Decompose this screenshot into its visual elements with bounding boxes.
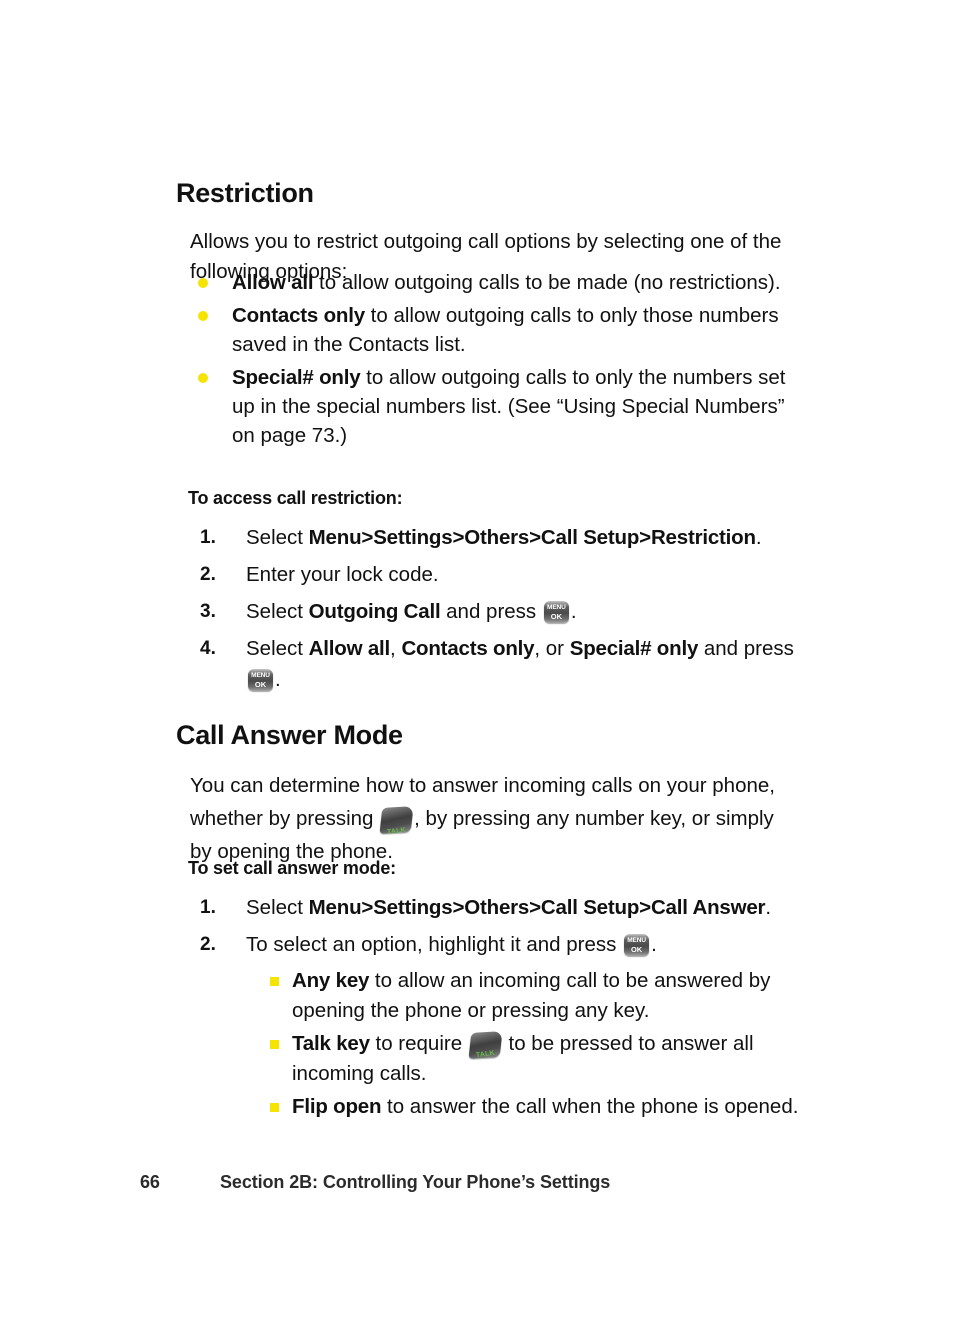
step-number: 1. — [200, 527, 216, 548]
page-title-restriction: Restriction — [176, 178, 314, 209]
chevron-icon: > — [639, 526, 651, 549]
chevron-icon: > — [452, 526, 465, 549]
chevron-icon: > — [361, 896, 374, 919]
step-bold-term-1: Allow all — [308, 637, 391, 660]
list-item: Special# only to allow outgoing calls to… — [196, 363, 796, 450]
menu-ok-key-top-label: MENU — [547, 604, 566, 611]
list-item: Any key to allow an incoming call to be … — [268, 966, 800, 1026]
restriction-bullet-list: Allow all to allow outgoing calls to be … — [196, 268, 796, 454]
call-answer-intro-paragraph: You can determine how to answer incoming… — [190, 769, 790, 868]
menu-ok-key-icon: MENU OK — [624, 934, 650, 956]
step-text: Select — [246, 526, 309, 549]
menu-ok-key-top-label: MENU — [627, 937, 646, 944]
list-item: 4. Select Allow all, Contacts only, or S… — [200, 633, 800, 695]
talk-key-label: TALK — [386, 826, 407, 836]
step-text: Enter your lock code. — [246, 563, 439, 586]
step-text-tail: . — [755, 526, 762, 549]
step-text: Select — [246, 600, 309, 623]
chevron-icon: > — [639, 896, 651, 919]
menu-path-5: Call Answer — [650, 896, 766, 919]
menu-ok-key-bottom-label: OK — [630, 945, 643, 954]
list-item-term: Flip open — [292, 1095, 382, 1118]
list-item-text-pre: to require — [369, 1032, 468, 1055]
chevron-icon: > — [529, 526, 541, 549]
step-separator-1: , — [390, 637, 402, 660]
menu-path-3: Others — [464, 896, 530, 919]
page-title-call-answer-mode: Call Answer Mode — [176, 720, 403, 751]
list-item: 3. Select Outgoing Call and press MENU OK… — [200, 596, 800, 627]
menu-path-5: Restriction — [650, 526, 756, 549]
restriction-subheading: To access call restriction: — [188, 488, 403, 508]
list-item-text: to answer the call when the phone is ope… — [381, 1095, 799, 1118]
chevron-icon: > — [452, 896, 465, 919]
step-text-mid: and press — [698, 637, 794, 660]
talk-key-icon: TALK — [468, 1031, 503, 1059]
menu-path-4: Call Setup — [540, 896, 640, 919]
step-separator-2: , or — [534, 637, 570, 660]
menu-path-1: Menu — [308, 896, 362, 919]
menu-ok-key-bottom-label: OK — [550, 612, 562, 621]
list-item: 2. Enter your lock code. — [200, 559, 800, 590]
list-item-term: Special# only — [232, 366, 361, 389]
bullet-dot-icon — [198, 311, 208, 321]
page-number: 66 — [140, 1172, 160, 1192]
list-item-term: Talk key — [292, 1032, 370, 1055]
step-text-tail: . — [275, 668, 281, 691]
bullet-square-icon — [270, 977, 279, 986]
footer-section-title: Section 2B: Controlling Your Phone’s Set… — [220, 1172, 611, 1192]
menu-ok-key-icon: MENU OK — [248, 669, 273, 691]
step-text-tail: . — [651, 933, 657, 956]
step-number: 2. — [200, 934, 216, 955]
call-answer-subheading: To set call answer mode: — [188, 858, 396, 878]
menu-ok-key-bottom-label: OK — [254, 680, 267, 689]
list-item: Flip open to answer the call when the ph… — [268, 1092, 800, 1122]
step-number: 2. — [200, 564, 216, 585]
list-item-term: Allow all — [232, 271, 314, 294]
restriction-step-list: 1. Select Menu>Settings>Others>Call Setu… — [200, 522, 800, 701]
list-item: 1. Select Menu>Settings>Others>Call Setu… — [200, 522, 800, 553]
call-answer-option-list: Any key to allow an incoming call to be … — [246, 966, 800, 1122]
list-item-term: Any key — [292, 969, 370, 992]
page-footer: 66 Section 2B: Controlling Your Phone’s S… — [140, 1172, 840, 1193]
bullet-dot-icon — [198, 278, 208, 288]
list-item: Allow all to allow outgoing calls to be … — [196, 268, 796, 297]
bullet-dot-icon — [198, 373, 208, 383]
list-item-text: to allow outgoing calls to be made (no r… — [313, 271, 781, 294]
menu-path-2: Settings — [373, 526, 453, 549]
step-number: 4. — [200, 638, 216, 659]
step-text: To select an option, highlight it and pr… — [246, 933, 623, 956]
list-item-term: Contacts only — [232, 304, 365, 327]
menu-path-3: Others — [464, 526, 530, 549]
document-page: Restriction Allows you to restrict outgo… — [0, 0, 954, 1336]
menu-path-1: Menu — [308, 526, 362, 549]
talk-key-label: TALK — [475, 1049, 496, 1060]
step-bold-term: Outgoing Call — [308, 600, 441, 623]
step-text-mid: and press — [440, 600, 542, 623]
list-item: Talk key to require TALK to be pressed t… — [268, 1029, 800, 1089]
call-answer-step-list: 1. Select Menu>Settings>Others>Call Setu… — [200, 892, 800, 1128]
step-number: 1. — [200, 897, 216, 918]
step-text: Select — [246, 637, 309, 660]
menu-path-2: Settings — [373, 896, 453, 919]
list-item: 2. To select an option, highlight it and… — [200, 929, 800, 1122]
step-number: 3. — [200, 601, 216, 622]
bullet-square-icon — [270, 1103, 279, 1112]
step-bold-term-3: Special# only — [569, 637, 699, 660]
step-text: Select — [246, 896, 309, 919]
menu-ok-key-top-label: MENU — [251, 672, 270, 679]
talk-key-icon: TALK — [379, 805, 414, 836]
step-text-tail: . — [765, 896, 772, 919]
list-item: Contacts only to allow outgoing calls to… — [196, 301, 796, 359]
bullet-square-icon — [270, 1040, 279, 1049]
menu-path-4: Call Setup — [540, 526, 640, 549]
list-item: 1. Select Menu>Settings>Others>Call Setu… — [200, 892, 800, 923]
menu-ok-key-icon: MENU OK — [543, 601, 569, 623]
chevron-icon: > — [361, 526, 374, 549]
step-text-tail: . — [570, 600, 577, 623]
chevron-icon: > — [529, 896, 541, 919]
step-bold-term-2: Contacts only — [401, 637, 535, 660]
